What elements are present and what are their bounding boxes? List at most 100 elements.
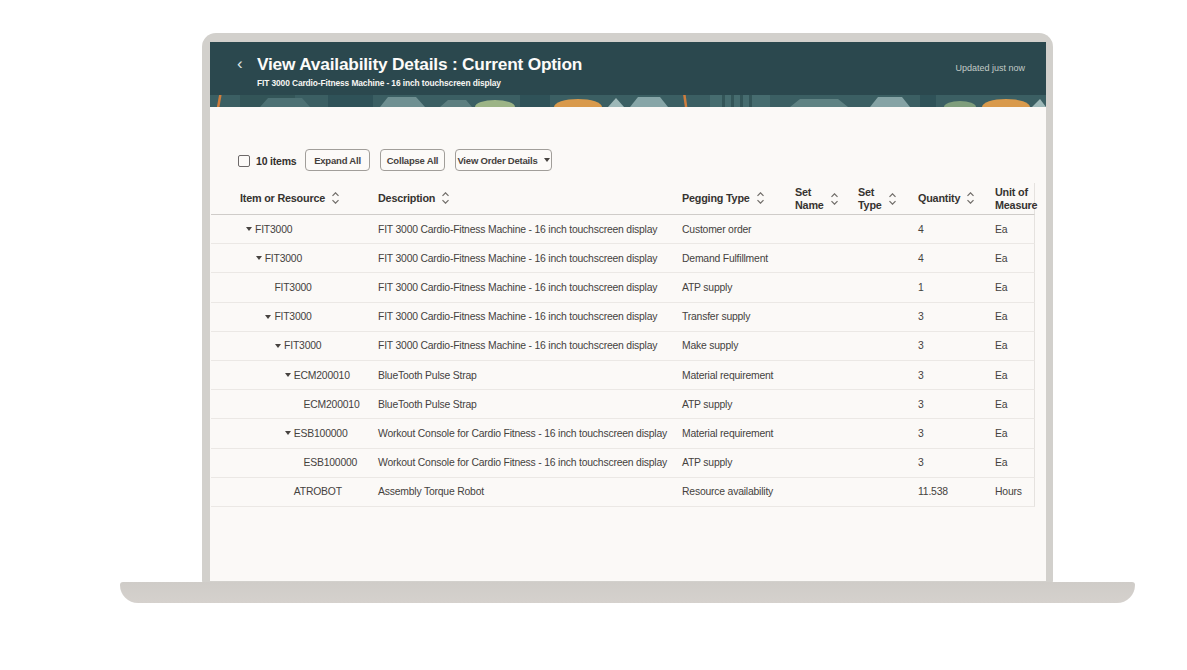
select-all-checkbox[interactable] [238,155,250,167]
cell-item: ECM200010 [211,370,378,381]
cell-uom: Hours [995,486,1035,497]
column-header-label: Description [378,192,435,205]
cell-item: FIT3000 [211,224,378,235]
table-row[interactable]: FIT3000 FIT 3000 Cardio-Fitness Machine -… [211,332,1035,361]
sort-icon [967,192,974,204]
column-header-label: Item or Resource [240,192,325,205]
expand-triangle-icon[interactable] [285,373,291,377]
toolbar: 10 items Expand All Collapse All View Or… [210,148,1046,173]
column-header-set_name[interactable]: SetName [795,186,858,211]
cell-quantity: 3 [918,370,995,381]
view-order-details-button[interactable]: View Order Details [455,149,552,171]
cell-quantity: 3 [918,311,995,322]
cell-uom: Ea [995,311,1035,322]
table-row[interactable]: ESB100000Workout Console for Cardio Fitn… [211,449,1035,478]
cell-description: Assembly Torque Robot [378,486,682,497]
column-header-label: Unit ofMeasure [995,186,1037,211]
table-body: FIT3000FIT 3000 Cardio-Fitness Machine -… [211,215,1035,507]
cell-quantity: 3 [918,457,995,468]
app-window: ‹ View Availability Details : Current Op… [210,42,1046,581]
cell-description: BlueTooth Pulse Strap [378,399,682,410]
column-header-description[interactable]: Description [378,192,682,205]
app-header: ‹ View Availability Details : Current Op… [210,42,1046,95]
cell-description: BlueTooth Pulse Strap [378,370,682,381]
cell-uom: Ea [995,399,1035,410]
column-header-quantity[interactable]: Quantity [918,192,995,205]
item-code: ESB100000 [304,457,358,468]
item-code: FIT3000 [265,253,302,264]
column-header-label: Pegging Type [682,192,750,205]
expand-triangle-icon[interactable] [265,315,271,319]
cell-pegging: Material requirement [682,370,795,381]
item-code: ECM200010 [304,399,360,410]
cell-pegging: Resource availability [682,486,795,497]
item-code: ECM200010 [294,370,350,381]
page-subtitle: FIT 3000 Cardio-Fitness Machine - 16 inc… [257,78,501,88]
cell-quantity: 3 [918,399,995,410]
updated-status: Updated just now [955,63,1025,73]
dropdown-caret-icon [544,158,550,162]
cell-pegging: Transfer supply [682,311,795,322]
cell-item: ESB100000 [211,428,378,439]
cell-description: FIT 3000 Cardio-Fitness Machine - 16 inc… [378,282,682,293]
table-row[interactable]: ATROBOT Assembly Torque RobotResource ava… [211,478,1035,507]
column-header-pegging[interactable]: Pegging Type [682,192,795,205]
column-header-label: SetName [795,186,824,211]
sort-icon [889,193,896,205]
collapse-all-button[interactable]: Collapse All [380,149,445,171]
cell-item: ATROBOT [211,486,378,497]
table-row[interactable]: ECM200010 BlueTooth Pulse StrapATP supply… [211,390,1035,419]
table-row[interactable]: ECM200010 BlueTooth Pulse StrapMaterial r… [211,361,1035,390]
back-chevron-icon[interactable]: ‹ [237,55,243,72]
column-header-uom: Unit ofMeasure [995,186,1035,211]
expand-triangle-icon[interactable] [256,256,262,260]
sort-icon [442,192,449,204]
expand-triangle-icon[interactable] [246,227,252,231]
table-row[interactable]: FIT3000 FIT 3000 Cardio-Fitness Machine -… [211,273,1035,302]
page-title: View Availability Details : Current Opti… [257,54,582,75]
cell-pegging: ATP supply [682,282,795,293]
cell-item: FIT3000 [211,311,378,322]
cell-item: ESB100000 [211,457,378,468]
column-header-label: SetType [858,186,882,211]
cell-item: FIT3000 [211,340,378,351]
cell-quantity: 11.538 [918,486,995,497]
item-code: FIT3000 [274,311,311,322]
cell-pegging: Demand Fulfillment [682,253,795,264]
table-header: Item or Resource Description Pegging Type S… [211,183,1035,215]
cell-description: FIT 3000 Cardio-Fitness Machine - 16 inc… [378,340,682,351]
column-header-item[interactable]: Item or Resource [211,192,378,205]
cell-quantity: 4 [918,224,995,235]
cell-item: FIT3000 [211,253,378,264]
expand-all-button[interactable]: Expand All [305,149,370,171]
sort-icon [332,192,339,204]
column-header-set_type[interactable]: SetType [858,186,918,211]
sort-icon [831,193,838,205]
cell-quantity: 1 [918,282,995,293]
table-row[interactable]: FIT3000FIT 3000 Cardio-Fitness Machine -… [211,303,1035,332]
laptop-screen: ‹ View Availability Details : Current Op… [202,33,1053,583]
sort-icon [757,192,764,204]
cell-pegging: Material requirement [682,428,795,439]
expand-triangle-icon[interactable] [275,344,281,348]
table-row[interactable]: FIT3000FIT 3000 Cardio-Fitness Machine -… [211,215,1035,244]
cell-uom: Ea [995,224,1035,235]
cell-description: FIT 3000 Cardio-Fitness Machine - 16 inc… [378,224,682,235]
cell-quantity: 3 [918,340,995,351]
cell-uom: Ea [995,340,1035,351]
table-row[interactable]: ESB100000Workout Console for Cardio Fitn… [211,419,1035,448]
expand-triangle-icon[interactable] [285,431,291,435]
item-code: FIT3000 [284,340,321,351]
view-order-details-label: View Order Details [457,155,537,166]
cell-item: ECM200010 [211,399,378,410]
page-background: ‹ View Availability Details : Current Op… [0,0,1187,670]
items-count-label: 10 items [256,155,296,167]
table-row[interactable]: FIT3000FIT 3000 Cardio-Fitness Machine -… [211,244,1035,273]
item-code: ATROBOT [294,486,342,497]
cell-item: FIT3000 [211,282,378,293]
cell-pegging: ATP supply [682,399,795,410]
cell-quantity: 4 [918,253,995,264]
cell-uom: Ea [995,457,1035,468]
banner-pattern [210,95,1046,107]
item-code: FIT3000 [274,282,311,293]
